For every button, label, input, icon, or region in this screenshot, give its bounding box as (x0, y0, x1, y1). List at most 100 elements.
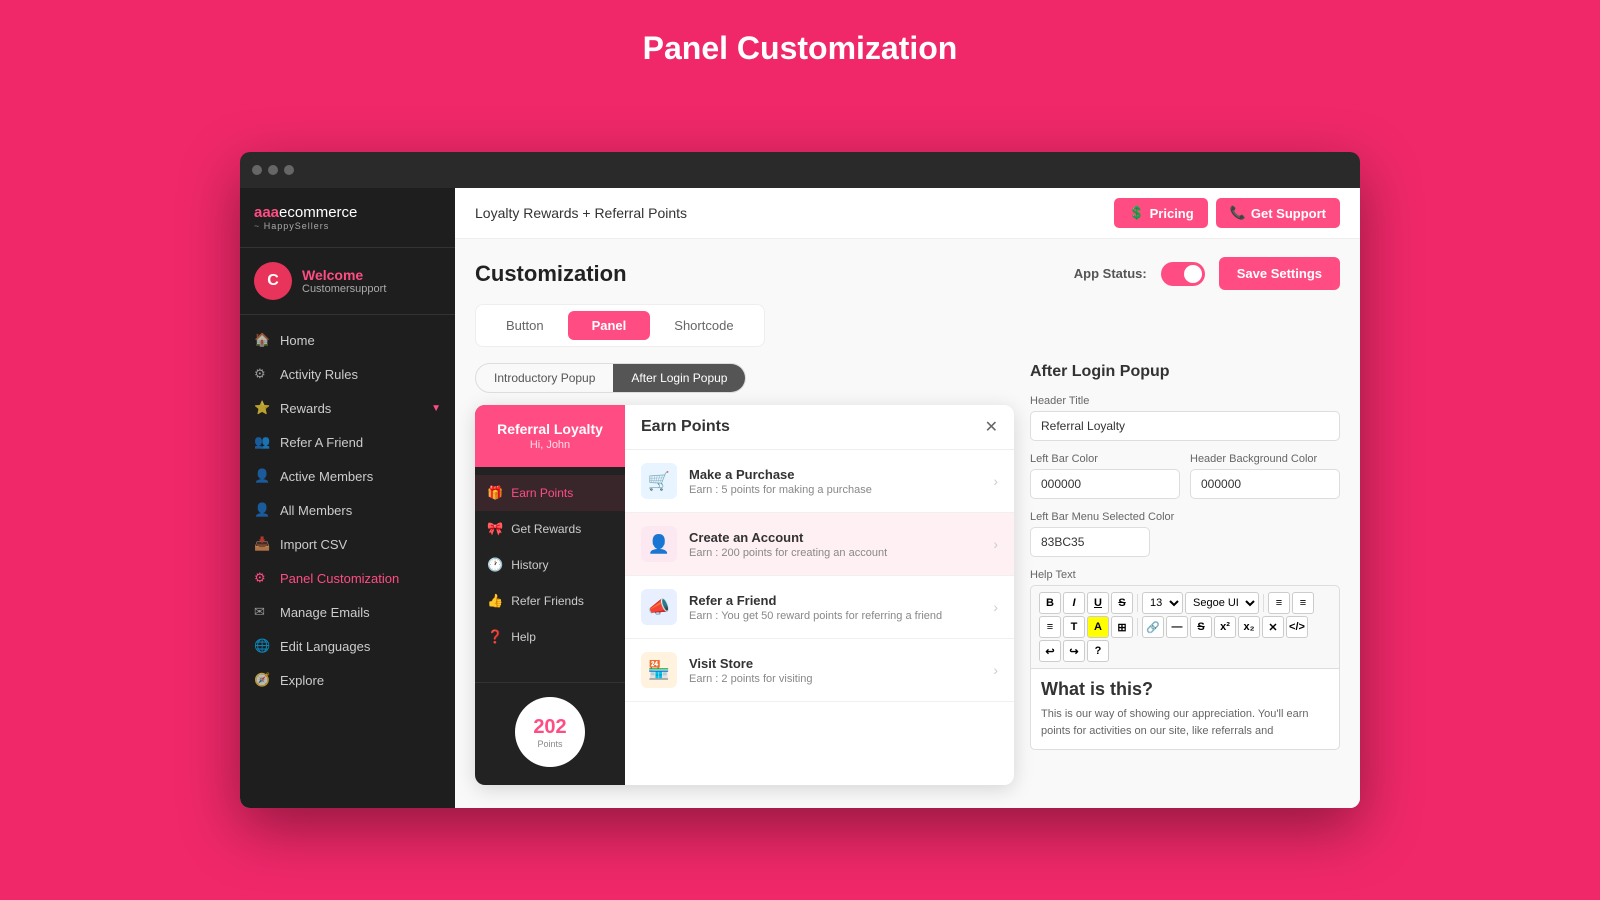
underline-button[interactable]: U (1087, 592, 1109, 614)
panel-item-info: Visit Store Earn : 2 points for visiting (689, 656, 981, 685)
sidebar-item-rewards[interactable]: ⭐ Rewards ▼ (240, 391, 455, 425)
highlight-button[interactable]: A (1087, 616, 1109, 638)
panel-item-create-account[interactable]: 👤 Create an Account Earn : 200 points fo… (625, 513, 1014, 576)
remove-format-button[interactable]: ✕ (1262, 616, 1284, 638)
panel-main: Earn Points ✕ 🛒 Make a Purchase (625, 405, 1014, 785)
app-status-toggle[interactable] (1161, 262, 1205, 286)
font-size-select[interactable]: 13111416 (1142, 592, 1183, 614)
logo-text: aaaecommerce (254, 204, 441, 221)
main-content: Loyalty Rewards + Referral Points 💲 Pric… (455, 188, 1360, 808)
editor-toolbar: B I U S 13111416 Segoe UIArial (1030, 585, 1340, 669)
introductory-popup-tab[interactable]: Introductory Popup (476, 364, 613, 392)
panel-area: Introductory Popup After Login Popup Ref… (475, 363, 1340, 785)
user-avatar: C (254, 262, 292, 300)
activity-rules-icon: ⚙ (254, 366, 270, 382)
sidebar-item-refer-friend[interactable]: 👥 Refer A Friend (240, 425, 455, 459)
right-panel-settings: After Login Popup Header Title Left Bar … (1030, 363, 1340, 785)
redo-button[interactable]: ↪ (1063, 640, 1085, 662)
chevron-right-icon: › (993, 599, 998, 615)
tab-button[interactable]: Button (482, 311, 568, 340)
panel-header-sub: Hi, John (485, 439, 615, 451)
header-bg-color-input[interactable] (1190, 469, 1340, 499)
support-button[interactable]: 📞 Get Support (1216, 198, 1340, 228)
left-bar-menu-input[interactable] (1030, 527, 1150, 557)
panel-item-info: Make a Purchase Earn : 5 points for maki… (689, 467, 981, 496)
sidebar-logo: aaaecommerce ~ HappySellers (240, 188, 455, 248)
sidebar-item-edit-languages[interactable]: 🌐 Edit Languages (240, 629, 455, 663)
header-bg-color-col: Header Background Color (1190, 453, 1340, 499)
earn-points-icon: 🎁 (487, 485, 503, 501)
link-button[interactable]: 🔗 (1142, 616, 1164, 638)
refer-friends-icon: 👍 (487, 593, 503, 609)
toolbar-sep-3 (1137, 618, 1138, 636)
sidebar-item-activity-rules[interactable]: ⚙ Activity Rules (240, 357, 455, 391)
strikethrough-button[interactable]: S (1111, 592, 1133, 614)
sidebar-user: C Welcome Customersupport (240, 248, 455, 315)
font-family-select[interactable]: Segoe UIArial (1185, 592, 1259, 614)
italic-button[interactable]: I (1063, 592, 1085, 614)
header-title-input[interactable] (1030, 411, 1340, 441)
popup-toggle: Introductory Popup After Login Popup (475, 363, 746, 393)
panel-menu-history[interactable]: 🕐 History (475, 547, 625, 583)
user-sub: Customersupport (302, 283, 386, 295)
save-settings-button[interactable]: Save Settings (1219, 257, 1340, 290)
sidebar-item-manage-emails[interactable]: ✉ Manage Emails (240, 595, 455, 629)
pricing-icon: 💲 (1128, 205, 1144, 221)
app-container: aaaecommerce ~ HappySellers C Welcome Cu… (240, 188, 1360, 808)
close-icon[interactable]: ✕ (985, 417, 998, 437)
panel-item-visit-store[interactable]: 🏪 Visit Store Earn : 2 points for visiti… (625, 639, 1014, 702)
rewards-icon: ⭐ (254, 400, 270, 416)
item-sub-visit-store: Earn : 2 points for visiting (689, 673, 981, 685)
sidebar-item-label: Edit Languages (280, 639, 370, 654)
sidebar-item-home[interactable]: 🏠 Home (240, 323, 455, 357)
text-format-button[interactable]: T (1063, 616, 1085, 638)
sidebar-item-explore[interactable]: 🧭 Explore (240, 663, 455, 697)
panel-menu-get-rewards[interactable]: 🎀 Get Rewards (475, 511, 625, 547)
browser-dot-1 (252, 165, 262, 175)
undo-button[interactable]: ↩ (1039, 640, 1061, 662)
sidebar-item-label: Panel Customization (280, 571, 399, 586)
toolbar-sep-1 (1137, 594, 1138, 612)
hr-button[interactable]: — (1166, 616, 1188, 638)
table-button[interactable]: ⊞ (1111, 616, 1133, 638)
right-panel-title: After Login Popup (1030, 363, 1340, 381)
editor-body[interactable]: What is this? This is our way of showing… (1030, 669, 1340, 750)
ordered-list-button[interactable]: ≡ (1292, 592, 1314, 614)
code-button[interactable]: </> (1286, 616, 1308, 638)
explore-icon: 🧭 (254, 672, 270, 688)
align-button[interactable]: ≡ (1039, 616, 1061, 638)
sidebar-item-all-members[interactable]: 👤 All Members (240, 493, 455, 527)
sidebar-item-label: Active Members (280, 469, 373, 484)
unordered-list-button[interactable]: ≡ (1268, 592, 1290, 614)
store-icon: 🏪 (641, 652, 677, 688)
help-editor-button[interactable]: ? (1087, 640, 1109, 662)
panel-menu-help[interactable]: ❓ Help (475, 619, 625, 655)
panel-item-refer-friend[interactable]: 📣 Refer a Friend Earn : You get 50 rewar… (625, 576, 1014, 639)
panel-main-title: Earn Points (641, 418, 730, 436)
editor-text: This is our way of showing our appreciat… (1041, 706, 1329, 739)
bold-button[interactable]: B (1039, 592, 1061, 614)
sidebar-item-import-csv[interactable]: 📥 Import CSV (240, 527, 455, 561)
tab-panel[interactable]: Panel (568, 311, 651, 340)
sidebar-item-label: All Members (280, 503, 352, 518)
browser-dot-3 (284, 165, 294, 175)
sidebar-item-active-members[interactable]: 👤 Active Members (240, 459, 455, 493)
left-bar-color-input[interactable] (1030, 469, 1180, 499)
after-login-popup-tab[interactable]: After Login Popup (613, 364, 745, 392)
sidebar-item-panel-customization[interactable]: ⚙ Panel Customization (240, 561, 455, 595)
panel-item-make-purchase[interactable]: 🛒 Make a Purchase Earn : 5 points for ma… (625, 450, 1014, 513)
strikethrough2-button[interactable]: S (1190, 616, 1212, 638)
loyalty-panel: Referral Loyalty Hi, John 🎁 Earn Points (475, 405, 1014, 785)
panel-menu-refer-friends[interactable]: 👍 Refer Friends (475, 583, 625, 619)
superscript-button[interactable]: x² (1214, 616, 1236, 638)
item-sub-refer-friend: Earn : You get 50 reward points for refe… (689, 610, 981, 622)
active-members-icon: 👤 (254, 468, 270, 484)
top-bar: Loyalty Rewards + Referral Points 💲 Pric… (455, 188, 1360, 239)
subscript-button[interactable]: x₂ (1238, 616, 1260, 638)
home-icon: 🏠 (254, 332, 270, 348)
header-title-group: Header Title (1030, 395, 1340, 441)
panel-menu-earn-points[interactable]: 🎁 Earn Points (475, 475, 625, 511)
tab-shortcode[interactable]: Shortcode (650, 311, 757, 340)
refer-icon: 📣 (641, 589, 677, 625)
pricing-button[interactable]: 💲 Pricing (1114, 198, 1207, 228)
